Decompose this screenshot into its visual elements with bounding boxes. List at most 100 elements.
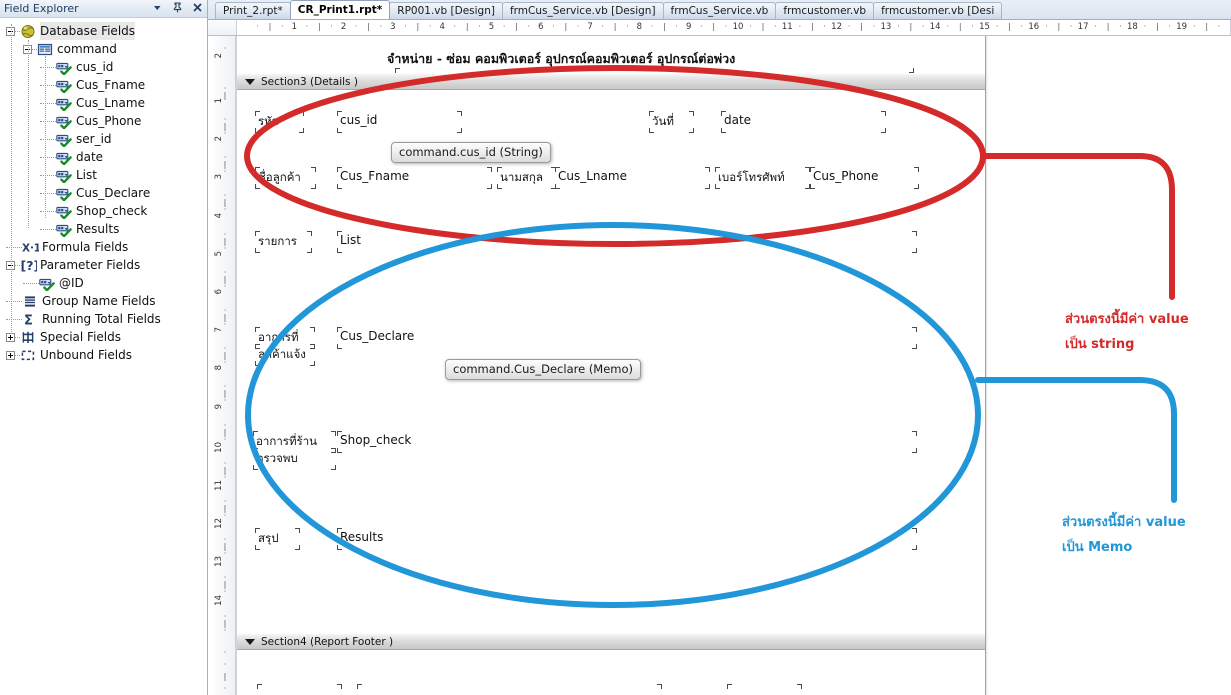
handle [357, 684, 362, 689]
tree-connector [40, 66, 56, 68]
field-cus-phone[interactable]: Cus_Phone [813, 169, 878, 183]
ruler-tick: · [305, 22, 309, 31]
tree-connector [6, 318, 22, 320]
tree-item-cus-fname[interactable]: Cus_Fname [0, 76, 207, 94]
ruler-tick: · [478, 22, 481, 31]
label-shop-check-2[interactable]: ตรวจพบ [256, 450, 298, 468]
tree-item-formula-fields[interactable]: X 1 Formula Fields [0, 238, 207, 256]
tree-item-cus-declare[interactable]: Cus_Declare [0, 184, 207, 202]
ruler-tick: · [1045, 22, 1048, 31]
selection-handle [689, 111, 694, 116]
close-icon[interactable] [191, 1, 204, 15]
tab-label: frmCus_Service.vb [670, 5, 769, 17]
ruler-tick: · [576, 22, 580, 31]
ruler-tick: · [223, 625, 227, 635]
editor-tab-frmcus-service-vb[interactable]: frmCus_Service.vb [662, 2, 777, 19]
ruler-tick-label: 3 [214, 174, 224, 180]
tree-item-id[interactable]: @ID [0, 274, 207, 292]
tree-item-group-name-fields[interactable]: Group Name Fields [0, 292, 207, 310]
annotation-line: เป็น string [1065, 337, 1135, 352]
selection-handle [253, 431, 258, 436]
selection-handle [487, 184, 492, 189]
label-cus-lname[interactable]: นามสกุล [500, 169, 543, 187]
field-results[interactable]: Results [340, 530, 383, 544]
selection-handle [705, 184, 710, 189]
chevron-down-icon[interactable] [151, 1, 164, 15]
selection-handle [912, 248, 917, 253]
db-field-icon [56, 60, 73, 75]
field-date[interactable]: date [724, 113, 751, 127]
tree-item-database-fields[interactable]: Database Fields [0, 22, 207, 40]
label-cus-phone[interactable]: เบอร์โทรศัพท์ [718, 169, 785, 187]
field-shop-check[interactable]: Shop_check [340, 433, 411, 447]
selection-handle [457, 128, 462, 133]
editor-tab-cr-print1-rpt[interactable]: CR_Print1.rpt* [289, 0, 391, 19]
tree-connector [23, 282, 39, 284]
tree-item-results[interactable]: Results [0, 220, 207, 238]
label-results[interactable]: สรุป [258, 530, 279, 548]
editor-tab-frmcus-service-vb-design[interactable]: frmCus_Service.vb [Design] [501, 2, 664, 19]
section-bar-details[interactable]: Section3 (Details ) [237, 73, 985, 90]
expand-toggle-plus[interactable] [6, 350, 15, 360]
selection-handle [914, 167, 919, 172]
tree-connector [40, 210, 56, 212]
tree-item-running-total-fields[interactable]: Σ Running Total Fields [0, 310, 207, 328]
ruler-tick: · [223, 684, 227, 693]
ruler-tick: · [601, 22, 604, 31]
handle [257, 684, 262, 689]
ruler-tick-label: 6 [214, 289, 224, 295]
selection-handle [689, 128, 694, 133]
selection-handle [255, 248, 260, 253]
field-cus-fname[interactable]: Cus_Fname [340, 169, 409, 183]
label-cus-fname[interactable]: ชื่อลูกค้า [258, 169, 301, 187]
label-list[interactable]: รายการ [258, 233, 297, 251]
tree-item-unbound-fields[interactable]: Unbound Fields [0, 346, 207, 364]
tree-item-shop-check[interactable]: Shop_check [0, 202, 207, 220]
annotation-line: ส่วนตรงนี้มีค่า value [1062, 515, 1186, 530]
tree-item-date[interactable]: date [0, 148, 207, 166]
selection-handle [255, 528, 260, 533]
tree-item-list[interactable]: List [0, 166, 207, 184]
tree-item-cus-lname[interactable]: Cus_Lname [0, 94, 207, 112]
tree-item-special-fields[interactable]: Special Fields [0, 328, 207, 346]
ruler-tick-label: 10 [732, 22, 744, 32]
selection-handle [337, 545, 342, 550]
ruler-tick: · [1020, 22, 1024, 31]
section-bar-report-footer[interactable]: Section4 (Report Footer ) [237, 633, 985, 650]
tree-item-command[interactable]: command [0, 40, 207, 58]
label-cus-id[interactable]: รหัส [258, 113, 279, 131]
editor-tab-print-2-rpt[interactable]: Print_2.rpt* [215, 2, 291, 19]
field-cus-declare[interactable]: Cus_Declare [340, 329, 414, 343]
pin-icon[interactable] [171, 1, 184, 15]
label-cus-declare[interactable]: อาการที่ [258, 329, 299, 347]
ruler-tick: | [613, 22, 617, 31]
editor-tab-frmcustomer-vb[interactable]: frmcustomer.vb [775, 2, 875, 19]
selection-handle [255, 344, 260, 349]
tree-item-label: Cus_Lname [76, 96, 145, 110]
selection-handle [295, 545, 300, 550]
editor-tab-rp001-vb-design[interactable]: RP001.vb [Design] [389, 2, 503, 19]
editor-tab-frmcustomer-vb-desi[interactable]: frmcustomer.vb [Desi [873, 2, 1003, 19]
selection-handle [497, 184, 502, 189]
selection-handle [914, 184, 919, 189]
tree-item-ser-id[interactable]: ser_id [0, 130, 207, 148]
selection-handle [253, 465, 258, 470]
tree-item-parameter-fields[interactable]: [?]Parameter Fields [0, 256, 207, 274]
selection-handle [337, 327, 342, 332]
panel-title-buttons [151, 1, 204, 15]
tree-item-label: Unbound Fields [40, 348, 132, 362]
field-list[interactable]: List [340, 233, 361, 247]
tree-item-cus-id[interactable]: cus_id [0, 58, 207, 76]
ruler-tick: | [223, 672, 227, 681]
selection-handle [295, 528, 300, 533]
field-cus-id[interactable]: cus_id [340, 113, 377, 127]
label-cus-declare-2[interactable]: ลูกค้าแจ้ง [258, 346, 306, 364]
label-date[interactable]: วันที่ [652, 113, 674, 131]
report-title-text: จำหน่าย - ซ่อม คอมพิวเตอร์ อุปกรณ์คอมพิว… [387, 51, 736, 66]
tab-label: frmCus_Service.vb [Design] [509, 5, 656, 17]
field-cus-lname[interactable]: Cus_Lname [558, 169, 627, 183]
ruler-tick: | [860, 22, 863, 31]
selection-handle [881, 111, 886, 116]
tree-item-cus-phone[interactable]: Cus_Phone [0, 112, 207, 130]
label-shop-check[interactable]: อาการที่ร้าน [256, 433, 317, 451]
